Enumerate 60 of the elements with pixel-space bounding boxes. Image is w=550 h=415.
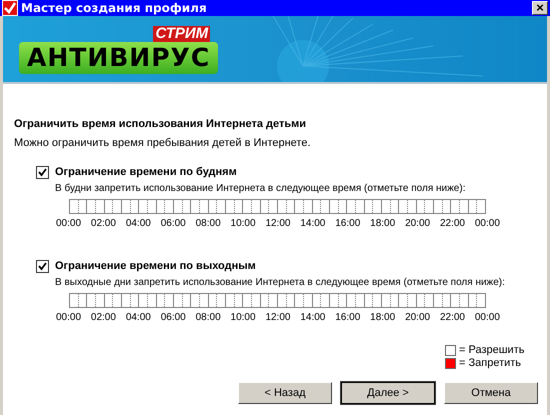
time-label: 06:00 bbox=[160, 217, 186, 230]
hour-cell[interactable] bbox=[208, 294, 226, 307]
wizard-button[interactable]: Далее > bbox=[341, 382, 435, 404]
time-label: 04:00 bbox=[126, 217, 151, 230]
time-label: 12:00 bbox=[265, 311, 290, 324]
checkbox-label: Ограничение времени по будням bbox=[55, 166, 237, 179]
legend-label: = Разрешить bbox=[459, 344, 524, 357]
time-label: 06:00 bbox=[160, 311, 186, 324]
checkmark-icon bbox=[2, 0, 18, 16]
page-description: Можно ограничить время пребывания детей в Интернете. bbox=[14, 137, 312, 150]
hour-cell[interactable] bbox=[260, 200, 278, 213]
time-label: 02:00 bbox=[90, 311, 116, 324]
hour-cell[interactable] bbox=[156, 200, 174, 213]
time-label: 16:00 bbox=[335, 311, 360, 324]
time-label: 08:00 bbox=[196, 217, 221, 230]
checkbox[interactable] bbox=[36, 166, 49, 179]
hour-cell[interactable] bbox=[468, 200, 486, 213]
hour-cell[interactable] bbox=[104, 200, 122, 213]
time-label: 20:00 bbox=[405, 311, 430, 324]
time-label: 04:00 bbox=[126, 311, 151, 324]
time-label: 22:00 bbox=[440, 311, 465, 324]
wizard-button[interactable]: < Назад bbox=[238, 382, 332, 404]
checkbox-label: Ограничение времени по выходным bbox=[55, 260, 256, 273]
logo-small-text: СТРИМ bbox=[153, 26, 210, 42]
time-label: 00:00 bbox=[474, 311, 500, 324]
page-heading: Ограничить время использования Интернета детьми bbox=[14, 118, 308, 131]
time-label: 18:00 bbox=[370, 311, 396, 324]
time-label: 14:00 bbox=[300, 217, 326, 230]
wizard-button[interactable]: Отмена bbox=[444, 382, 538, 404]
time-label: 08:00 bbox=[196, 311, 221, 324]
hour-cell[interactable] bbox=[468, 294, 486, 307]
legend-label: = Запретить bbox=[459, 357, 522, 370]
time-label: 10:00 bbox=[230, 217, 256, 230]
time-label: 10:00 bbox=[230, 311, 256, 324]
hint-text: В будни запретить использование Интернета в следующее время (отметьте поля ниже): bbox=[54, 182, 466, 195]
close-button[interactable]: × bbox=[532, 1, 548, 15]
time-label: 12:00 bbox=[265, 217, 290, 230]
hour-cell[interactable] bbox=[416, 294, 434, 307]
hour-cell[interactable] bbox=[364, 294, 382, 307]
time-label: 16:00 bbox=[335, 217, 360, 230]
logo-text: АНТИВИРУС bbox=[19, 42, 218, 74]
time-label: 00:00 bbox=[56, 217, 82, 230]
hour-cell[interactable] bbox=[312, 294, 330, 307]
hour-cell[interactable] bbox=[364, 200, 382, 213]
hour-cell[interactable] bbox=[312, 200, 330, 213]
checkbox[interactable] bbox=[36, 260, 49, 273]
hint-text: В выходные дни запретить использование Интернета в следующее время (отметьте поля ниже): bbox=[54, 276, 506, 289]
hour-cell[interactable] bbox=[156, 294, 174, 307]
hour-cell[interactable] bbox=[104, 294, 122, 307]
time-label: 02:00 bbox=[90, 217, 116, 230]
time-label: 18:00 bbox=[370, 217, 396, 230]
time-label: 20:00 bbox=[405, 217, 430, 230]
hour-cell[interactable] bbox=[416, 200, 434, 213]
hour-cell[interactable] bbox=[208, 200, 226, 213]
hour-cell[interactable] bbox=[260, 294, 278, 307]
time-label: 22:00 bbox=[440, 217, 465, 230]
time-label: 00:00 bbox=[56, 311, 82, 324]
window-title: Мастер создания профиля bbox=[21, 2, 208, 14]
time-label: 14:00 bbox=[300, 311, 326, 324]
time-label: 00:00 bbox=[474, 217, 500, 230]
